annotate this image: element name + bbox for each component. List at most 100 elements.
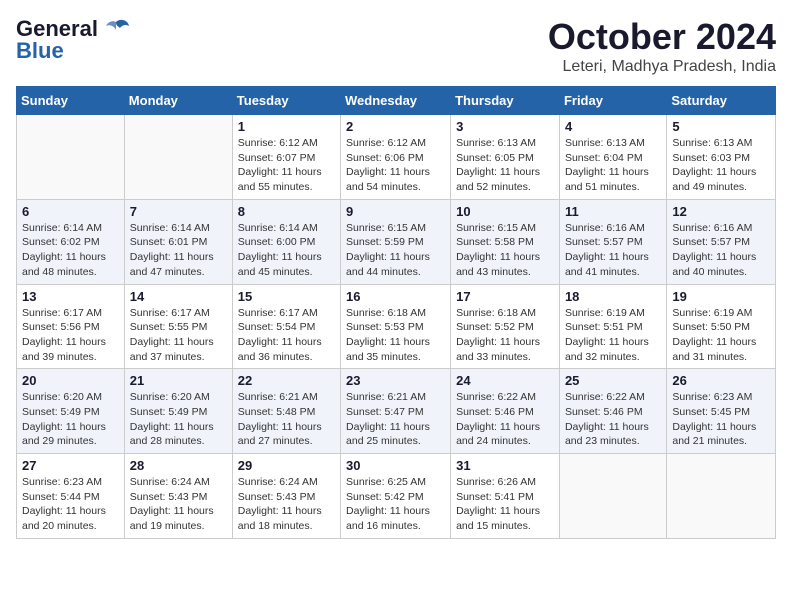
calendar-day-cell (559, 454, 666, 539)
day-number: 5 (672, 119, 770, 134)
calendar-day-cell: 16 Sunrise: 6:18 AMSunset: 5:53 PMDayligh… (341, 284, 451, 369)
calendar-day-cell: 11 Sunrise: 6:16 AMSunset: 5:57 PMDayligh… (559, 199, 666, 284)
logo-bird-icon (102, 18, 130, 40)
calendar-day-cell: 8Sunrise: 6:14 AMSunset: 6:00 PMDaylight… (232, 199, 340, 284)
day-info: Sunrise: 6:24 AMSunset: 5:43 PMDaylight:… (130, 475, 227, 534)
calendar-table: SundayMondayTuesdayWednesdayThursdayFrid… (16, 86, 776, 539)
day-info: Sunrise: 6:18 AMSunset: 5:53 PMDaylight:… (346, 306, 445, 365)
day-number: 28 (130, 458, 227, 473)
day-number: 21 (130, 373, 227, 388)
calendar-day-cell: 19Sunrise: 6:19 AMSunset: 5:50 PMDayligh… (667, 284, 776, 369)
day-number: 27 (22, 458, 119, 473)
day-number: 14 (130, 289, 227, 304)
day-info: Sunrise: 6:14 AMSunset: 6:02 PMDaylight:… (22, 221, 119, 280)
calendar-day-cell: 31 Sunrise: 6:26 AMSunset: 5:41 PMDayligh… (451, 454, 560, 539)
day-number: 7 (130, 204, 227, 219)
day-info: Sunrise: 6:26 AMSunset: 5:41 PMDaylight:… (456, 475, 554, 534)
weekday-header-cell: Wednesday (341, 87, 451, 115)
calendar-day-cell: 18Sunrise: 6:19 AMSunset: 5:51 PMDayligh… (559, 284, 666, 369)
calendar-day-cell: 28 Sunrise: 6:24 AMSunset: 5:43 PMDayligh… (124, 454, 232, 539)
calendar-day-cell: 17 Sunrise: 6:18 AMSunset: 5:52 PMDayligh… (451, 284, 560, 369)
day-number: 20 (22, 373, 119, 388)
day-info: Sunrise: 6:12 AMSunset: 6:06 PMDaylight:… (346, 136, 445, 195)
day-info: Sunrise: 6:15 AMSunset: 5:58 PMDaylight:… (456, 221, 554, 280)
day-number: 15 (238, 289, 335, 304)
calendar-day-cell: 25 Sunrise: 6:22 AMSunset: 5:46 PMDayligh… (559, 369, 666, 454)
calendar-day-cell: 12 Sunrise: 6:16 AMSunset: 5:57 PMDayligh… (667, 199, 776, 284)
weekday-header-cell: Sunday (17, 87, 125, 115)
calendar-week-row: 13 Sunrise: 6:17 AMSunset: 5:56 PMDayligh… (17, 284, 776, 369)
day-info: Sunrise: 6:18 AMSunset: 5:52 PMDaylight:… (456, 306, 554, 365)
day-number: 3 (456, 119, 554, 134)
day-number: 26 (672, 373, 770, 388)
day-info: Sunrise: 6:17 AMSunset: 5:54 PMDaylight:… (238, 306, 335, 365)
day-info: Sunrise: 6:17 AMSunset: 5:55 PMDaylight:… (130, 306, 227, 365)
day-info: Sunrise: 6:21 AMSunset: 5:47 PMDaylight:… (346, 390, 445, 449)
location-subtitle: Leteri, Madhya Pradesh, India (548, 58, 776, 76)
day-number: 25 (565, 373, 661, 388)
day-number: 29 (238, 458, 335, 473)
day-info: Sunrise: 6:23 AMSunset: 5:45 PMDaylight:… (672, 390, 770, 449)
day-info: Sunrise: 6:14 AMSunset: 6:00 PMDaylight:… (238, 221, 335, 280)
calendar-day-cell: 21 Sunrise: 6:20 AMSunset: 5:49 PMDayligh… (124, 369, 232, 454)
calendar-day-cell: 2 Sunrise: 6:12 AMSunset: 6:06 PMDaylight… (341, 115, 451, 200)
day-info: Sunrise: 6:17 AMSunset: 5:56 PMDaylight:… (22, 306, 119, 365)
day-number: 24 (456, 373, 554, 388)
month-title: October 2024 (548, 16, 776, 58)
day-info: Sunrise: 6:20 AMSunset: 5:49 PMDaylight:… (22, 390, 119, 449)
day-info: Sunrise: 6:21 AMSunset: 5:48 PMDaylight:… (238, 390, 335, 449)
calendar-day-cell (17, 115, 125, 200)
calendar-day-cell: 13 Sunrise: 6:17 AMSunset: 5:56 PMDayligh… (17, 284, 125, 369)
day-info: Sunrise: 6:16 AMSunset: 5:57 PMDaylight:… (565, 221, 661, 280)
day-number: 23 (346, 373, 445, 388)
calendar-day-cell: 14 Sunrise: 6:17 AMSunset: 5:55 PMDayligh… (124, 284, 232, 369)
day-number: 11 (565, 204, 661, 219)
day-number: 1 (238, 119, 335, 134)
calendar-week-row: 20 Sunrise: 6:20 AMSunset: 5:49 PMDayligh… (17, 369, 776, 454)
calendar-day-cell: 1 Sunrise: 6:12 AMSunset: 6:07 PMDaylight… (232, 115, 340, 200)
calendar-week-row: 27 Sunrise: 6:23 AMSunset: 5:44 PMDayligh… (17, 454, 776, 539)
calendar-day-cell (667, 454, 776, 539)
title-block: October 2024 Leteri, Madhya Pradesh, Ind… (548, 16, 776, 76)
day-number: 17 (456, 289, 554, 304)
calendar-day-cell: 27 Sunrise: 6:23 AMSunset: 5:44 PMDayligh… (17, 454, 125, 539)
day-number: 31 (456, 458, 554, 473)
day-number: 16 (346, 289, 445, 304)
calendar-day-cell: 10Sunrise: 6:15 AMSunset: 5:58 PMDayligh… (451, 199, 560, 284)
weekday-header-cell: Saturday (667, 87, 776, 115)
calendar-day-cell (124, 115, 232, 200)
calendar-day-cell: 26 Sunrise: 6:23 AMSunset: 5:45 PMDayligh… (667, 369, 776, 454)
calendar-week-row: 6Sunrise: 6:14 AMSunset: 6:02 PMDaylight… (17, 199, 776, 284)
day-info: Sunrise: 6:12 AMSunset: 6:07 PMDaylight:… (238, 136, 335, 195)
day-number: 13 (22, 289, 119, 304)
day-info: Sunrise: 6:16 AMSunset: 5:57 PMDaylight:… (672, 221, 770, 280)
day-info: Sunrise: 6:13 AMSunset: 6:05 PMDaylight:… (456, 136, 554, 195)
weekday-header-cell: Monday (124, 87, 232, 115)
day-number: 19 (672, 289, 770, 304)
day-info: Sunrise: 6:22 AMSunset: 5:46 PMDaylight:… (565, 390, 661, 449)
logo: General Blue (16, 16, 130, 64)
weekday-header-cell: Friday (559, 87, 666, 115)
day-info: Sunrise: 6:24 AMSunset: 5:43 PMDaylight:… (238, 475, 335, 534)
weekday-header-cell: Thursday (451, 87, 560, 115)
day-info: Sunrise: 6:22 AMSunset: 5:46 PMDaylight:… (456, 390, 554, 449)
calendar-body: 1 Sunrise: 6:12 AMSunset: 6:07 PMDaylight… (17, 115, 776, 539)
calendar-day-cell: 6Sunrise: 6:14 AMSunset: 6:02 PMDaylight… (17, 199, 125, 284)
day-number: 12 (672, 204, 770, 219)
page-header: General Blue October 2024 Leteri, Madhya… (16, 16, 776, 76)
calendar-week-row: 1 Sunrise: 6:12 AMSunset: 6:07 PMDaylight… (17, 115, 776, 200)
calendar-day-cell: 30 Sunrise: 6:25 AMSunset: 5:42 PMDayligh… (341, 454, 451, 539)
day-info: Sunrise: 6:20 AMSunset: 5:49 PMDaylight:… (130, 390, 227, 449)
logo-text-blue: Blue (16, 38, 64, 64)
calendar-day-cell: 3 Sunrise: 6:13 AMSunset: 6:05 PMDaylight… (451, 115, 560, 200)
calendar-day-cell: 22Sunrise: 6:21 AMSunset: 5:48 PMDayligh… (232, 369, 340, 454)
day-number: 4 (565, 119, 661, 134)
day-info: Sunrise: 6:13 AMSunset: 6:03 PMDaylight:… (672, 136, 770, 195)
calendar-day-cell: 5 Sunrise: 6:13 AMSunset: 6:03 PMDaylight… (667, 115, 776, 200)
day-info: Sunrise: 6:23 AMSunset: 5:44 PMDaylight:… (22, 475, 119, 534)
day-number: 2 (346, 119, 445, 134)
day-info: Sunrise: 6:25 AMSunset: 5:42 PMDaylight:… (346, 475, 445, 534)
day-info: Sunrise: 6:13 AMSunset: 6:04 PMDaylight:… (565, 136, 661, 195)
day-number: 30 (346, 458, 445, 473)
calendar-day-cell: 20 Sunrise: 6:20 AMSunset: 5:49 PMDayligh… (17, 369, 125, 454)
